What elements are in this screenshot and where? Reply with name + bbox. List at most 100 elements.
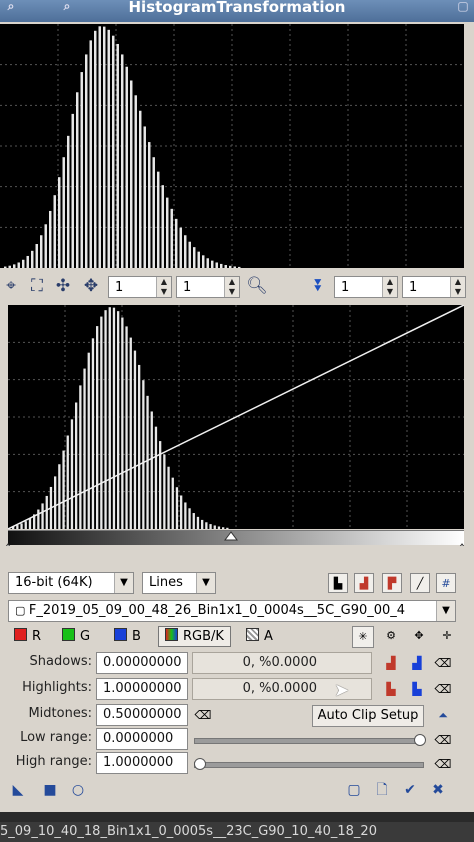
clipping-icon[interactable]: ▛ <box>382 573 402 593</box>
histogram-bar <box>87 352 90 529</box>
crosshair-icon[interactable]: ✳ <box>352 626 374 648</box>
readout-icon[interactable]: ✥ <box>408 626 430 648</box>
highlights-clip-all-icon[interactable]: ▙ <box>406 679 428 699</box>
histogram-bar <box>108 307 111 529</box>
histogram-bar <box>117 311 120 529</box>
zoom-out-icon[interactable]: ⌕ <box>58 0 76 14</box>
high-range-input[interactable]: 1.0000000 <box>96 752 188 774</box>
histogram-bar <box>197 251 200 268</box>
output-zoom-v-spinner[interactable]: 1 ▲ ▼ <box>402 276 466 298</box>
low-range-slider[interactable] <box>194 738 424 744</box>
high-range-slider-knob[interactable] <box>194 758 206 770</box>
low-range-reset-icon[interactable]: ⌫ <box>432 730 454 750</box>
auto-clip-setup-button[interactable]: Auto Clip Setup <box>312 705 424 727</box>
shadows-handle-icon[interactable] <box>2 543 14 546</box>
channel-a[interactable]: A <box>246 628 273 645</box>
histogram-bar <box>220 263 223 268</box>
histogram-bar <box>125 66 128 268</box>
channel-rgbk[interactable]: RGB/K <box>158 626 231 647</box>
histogram-bar <box>233 266 236 268</box>
new-instance-icon[interactable]: ◣ <box>8 780 28 800</box>
resolution-select[interactable]: 16-bit (64K) ▼ <box>8 572 134 594</box>
shadows-input[interactable]: 0.00000000 <box>96 652 188 674</box>
output-histogram[interactable] <box>8 305 464 529</box>
spin-arrows-icon[interactable]: ▲ ▼ <box>382 277 397 297</box>
reject-shadows-icon[interactable]: ▙ <box>328 573 348 593</box>
apply-icon[interactable]: ■ <box>40 780 60 800</box>
histogram-bar <box>229 265 232 268</box>
view-select[interactable]: ▢ F_2019_05_09_00_48_26_Bin1x1_0_0004s__… <box>8 600 456 622</box>
histogram-bar <box>13 264 16 268</box>
edit-mode-icon[interactable]: ⌖ <box>0 275 22 297</box>
high-range-reset-icon[interactable]: ⌫ <box>432 754 454 774</box>
input-zoom-v-spinner[interactable]: 1 ▲ ▼ <box>176 276 240 298</box>
reset-icon[interactable]: ✖ <box>428 780 448 800</box>
spin-arrows-icon[interactable]: ▲ ▼ <box>224 277 239 297</box>
histogram-bar <box>22 259 25 268</box>
histogram-bar <box>224 265 227 268</box>
highlights-reset-icon[interactable]: ⌫ <box>432 679 454 699</box>
low-range-slider-knob[interactable] <box>414 734 426 746</box>
bars-icon[interactable]: ▟ <box>354 573 374 593</box>
mouse-cursor-icon: ➤ <box>334 680 350 701</box>
histogram-bar <box>75 402 78 529</box>
pan-mode-icon[interactable]: ✥ <box>80 275 102 297</box>
histogram-bar <box>40 235 43 268</box>
auto-clip-icon[interactable]: ⏶ <box>432 705 454 725</box>
high-range-label: High range: <box>15 754 92 769</box>
graph-style-select[interactable]: Lines ▼ <box>142 572 216 594</box>
preview-icon[interactable]: ▢ <box>344 780 364 800</box>
chevron-down-icon[interactable]: ▼ <box>196 573 215 593</box>
shadows-clip-rgb-icon[interactable]: ▟ <box>380 653 402 673</box>
histogram-bar <box>85 54 88 268</box>
target-icon[interactable]: ✛ <box>436 626 458 648</box>
zoom-reset-icon[interactable]: ✣ <box>52 275 74 297</box>
browse-doc-icon[interactable]: 🗋︎ <box>372 780 392 800</box>
shadows-reset-icon[interactable]: ⌫ <box>432 653 454 673</box>
histogram-bar <box>89 40 92 268</box>
midtones-input[interactable]: 0.50000000 <box>96 704 188 726</box>
histogram-bar <box>112 35 115 268</box>
low-range-input[interactable]: 0.0000000 <box>96 728 188 750</box>
magnifier-icon[interactable]: 🔍︎ <box>246 275 268 297</box>
shadows-clip-all-icon[interactable]: ▟ <box>406 653 428 673</box>
ok-check-icon[interactable]: ✔ <box>400 780 420 800</box>
red-swatch-icon <box>14 628 27 641</box>
chevron-down-icon[interactable]: ▼ <box>114 573 133 593</box>
double-down-icon[interactable]: ⏬︎ <box>308 275 330 297</box>
channel-g[interactable]: G <box>62 628 90 645</box>
close-icon[interactable]: ▢ <box>454 0 472 14</box>
zoom-fit-icon[interactable]: ⛶ <box>26 275 48 297</box>
spin-arrows-icon[interactable]: ▲ ▼ <box>450 277 465 297</box>
histogram-bar <box>121 54 124 268</box>
input-histogram[interactable] <box>0 24 464 268</box>
channel-r[interactable]: R <box>14 628 41 645</box>
highlights-handle-icon[interactable] <box>456 543 468 546</box>
chevron-down-icon[interactable]: ▼ <box>436 601 455 621</box>
settings-gear-icon[interactable]: ⚙ <box>380 626 402 648</box>
midtones-handle-icon[interactable] <box>224 531 238 541</box>
histogram-bar <box>35 244 38 268</box>
output-zoom-h-spinner[interactable]: 1 ▲ ▼ <box>334 276 398 298</box>
midtones-reset-icon[interactable]: ⌫ <box>192 705 214 725</box>
window-title-bar: ⌕ ⌕ HistogramTransformation ▢ <box>0 0 474 22</box>
apply-global-icon[interactable]: ○ <box>68 780 88 800</box>
highlights-input[interactable]: 1.00000000 <box>96 678 188 700</box>
histogram-bar <box>49 210 52 268</box>
histogram-bar <box>125 326 128 529</box>
spin-arrows-icon[interactable]: ▲ ▼ <box>156 277 171 297</box>
rgb-swatch-icon <box>165 628 178 641</box>
histogram-bar <box>184 235 187 268</box>
histogram-bar <box>8 265 11 268</box>
channel-b[interactable]: B <box>114 628 141 645</box>
histogram-bar <box>150 411 153 529</box>
curve-icon[interactable]: ╱ <box>410 573 430 593</box>
histogram-bar <box>148 142 151 268</box>
high-range-slider[interactable] <box>194 762 424 768</box>
histogram-bar <box>175 487 179 529</box>
highlights-clip-rgb-icon[interactable]: ▙ <box>380 679 402 699</box>
zoom-icon[interactable]: ⌕ <box>2 0 20 14</box>
grid-icon[interactable]: # <box>436 573 456 593</box>
shadows-clip-readout: 0, %0.0000 <box>192 652 372 674</box>
input-zoom-h-spinner[interactable]: 1 ▲ ▼ <box>108 276 172 298</box>
